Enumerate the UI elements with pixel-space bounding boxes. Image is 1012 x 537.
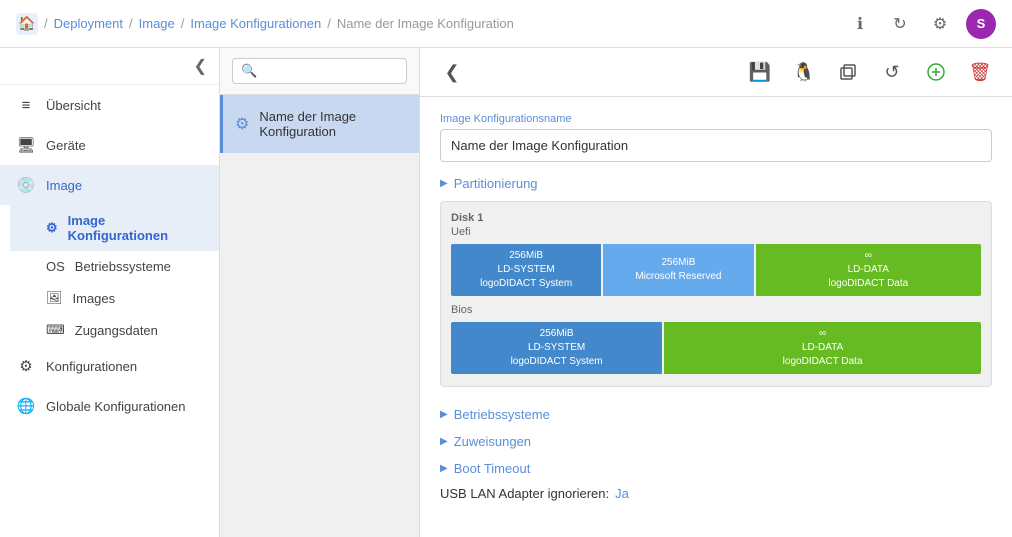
delete-button[interactable]: 🗑 xyxy=(964,56,996,88)
betriebssysteme-icon: OS xyxy=(46,259,65,274)
betriebssysteme-section[interactable]: ▶ Betriebssysteme xyxy=(440,401,992,428)
sidebar-section-image: ⚙ Image Konfigurationen OS Betriebssyste… xyxy=(10,205,219,346)
zuweisungen-section-label: Zuweisungen xyxy=(454,434,531,449)
sidebar-item-image[interactable]: 💿 Image xyxy=(0,165,219,205)
top-header: 🏠 / Deployment / Image / Image Konfigura… xyxy=(0,0,1012,48)
zuweisungen-section[interactable]: ▶ Zuweisungen xyxy=(440,428,992,455)
middle-panel: 🔍 ⚙ Name der Image Konfiguration xyxy=(220,48,420,537)
bios-part-data: ∞ LD-DATA logoDIDACT Data xyxy=(664,322,981,374)
disk-container: Disk 1 Uefi 256MiB LD-SYSTEM logoDIDACT … xyxy=(440,201,992,387)
sidebar-sub-images[interactable]: 🖼 Images xyxy=(10,282,219,314)
boot-timeout-chevron: ▶ xyxy=(440,463,448,474)
user-avatar[interactable]: S xyxy=(966,9,996,39)
betriebssysteme-chevron: ▶ xyxy=(440,409,448,420)
images-icon: 🖼 xyxy=(46,290,63,306)
sidebar-label-uebersicht: Übersicht xyxy=(46,98,101,113)
sidebar-sub-label-betriebssysteme: Betriebssysteme xyxy=(75,259,171,274)
image-icon: 💿 xyxy=(16,175,36,195)
sidebar-label-konfigurationen: Konfigurationen xyxy=(46,359,137,374)
back-button[interactable]: ❮ xyxy=(436,56,468,88)
sidebar-label-image: Image xyxy=(46,178,82,193)
linux-button[interactable]: 🐧 xyxy=(788,56,820,88)
sidebar-sub-zugangsdaten[interactable]: ⌨ Zugangsdaten xyxy=(10,314,219,346)
breadcrumb-sep1: / xyxy=(44,16,48,31)
uefi-part-data: ∞ LD-DATA logoDIDACT Data xyxy=(756,244,981,296)
config-name-input[interactable] xyxy=(440,129,992,162)
konfigurationen-icon: ⚙ xyxy=(16,356,36,376)
content-area: ❮ 💾 🐧 ↺ xyxy=(420,48,1012,537)
bios-disk-row: 256MiB LD-SYSTEM logoDIDACT System ∞ LD-… xyxy=(451,322,981,374)
usb-label: USB LAN Adapter ignorieren: xyxy=(440,486,609,501)
sidebar-toggle-button[interactable]: ❮ xyxy=(194,56,207,76)
betriebssysteme-section-label: Betriebssysteme xyxy=(454,407,550,422)
config-list-item[interactable]: ⚙ Name der Image Konfiguration xyxy=(220,95,419,153)
sidebar-item-geraete[interactable]: 🖥 Geräte xyxy=(0,125,219,165)
image-konfigurationen-icon: ⚙ xyxy=(46,220,58,236)
main-layout: ❮ ≡ Übersicht 🖥 Geräte 💿 Image ⚙ Image K… xyxy=(0,48,1012,537)
copy-button[interactable] xyxy=(832,56,864,88)
boot-timeout-section[interactable]: ▶ Boot Timeout xyxy=(440,455,992,482)
add-icon xyxy=(926,62,946,82)
config-name-label: Image Konfigurationsname xyxy=(440,113,992,125)
zuweisungen-chevron: ▶ xyxy=(440,436,448,447)
partitionierung-section-header[interactable]: ▶ Partitionierung xyxy=(440,176,992,191)
sidebar-label-globale: Globale Konfigurationen xyxy=(46,399,186,414)
content-toolbar: ❮ 💾 🐧 ↺ xyxy=(420,48,1012,97)
breadcrumb-image[interactable]: Image xyxy=(139,16,175,31)
copy-icon xyxy=(839,63,857,81)
sidebar: ❮ ≡ Übersicht 🖥 Geräte 💿 Image ⚙ Image K… xyxy=(0,48,220,537)
add-button[interactable] xyxy=(920,56,952,88)
search-box[interactable]: 🔍 xyxy=(232,58,407,84)
disk-bios-label: Bios xyxy=(451,304,981,316)
toolbar-left: ❮ xyxy=(436,56,468,88)
sidebar-sub-betriebssysteme[interactable]: OS Betriebssysteme xyxy=(10,251,219,282)
sidebar-toggle-area: ❮ xyxy=(0,48,219,85)
uefi-disk-row: 256MiB LD-SYSTEM logoDIDACT System 256Mi… xyxy=(451,244,981,296)
breadcrumb-sep4: / xyxy=(327,16,331,31)
search-icon: 🔍 xyxy=(241,63,257,79)
breadcrumb-sep3: / xyxy=(181,16,185,31)
geraete-icon: 🖥 xyxy=(16,135,36,155)
uefi-part-system: 256MiB LD-SYSTEM logoDIDACT System xyxy=(451,244,601,296)
middle-search-area: 🔍 xyxy=(220,48,419,95)
settings-icon[interactable]: ⚙ xyxy=(926,10,954,38)
disk-title: Disk 1 xyxy=(451,212,981,224)
zugangsdaten-icon: ⌨ xyxy=(46,322,65,338)
breadcrumb: 🏠 / Deployment / Image / Image Konfigura… xyxy=(16,13,514,35)
sidebar-item-uebersicht[interactable]: ≡ Übersicht xyxy=(0,85,219,125)
partitionierung-label: Partitionierung xyxy=(454,176,538,191)
uebersicht-icon: ≡ xyxy=(16,95,36,115)
breadcrumb-sep2: / xyxy=(129,16,133,31)
sidebar-item-globale[interactable]: 🌐 Globale Konfigurationen xyxy=(0,386,219,426)
refresh-icon[interactable]: ↻ xyxy=(886,10,914,38)
header-icons: ℹ ↻ ⚙ S xyxy=(846,9,996,39)
breadcrumb-deployment[interactable]: Deployment xyxy=(54,16,123,31)
boot-timeout-section-label: Boot Timeout xyxy=(454,461,531,476)
sidebar-sub-label-image-konfigurationen: Image Konfigurationen xyxy=(68,213,203,243)
bios-part-system: 256MiB LD-SYSTEM logoDIDACT System xyxy=(451,322,662,374)
info-icon[interactable]: ℹ xyxy=(846,10,874,38)
sidebar-label-geraete: Geräte xyxy=(46,138,86,153)
save-button[interactable]: 💾 xyxy=(744,56,776,88)
undo-button[interactable]: ↺ xyxy=(876,56,908,88)
main-content: Image Konfigurationsname ▶ Partitionieru… xyxy=(420,97,1012,537)
home-icon[interactable]: 🏠 xyxy=(16,13,38,35)
search-input[interactable] xyxy=(263,64,398,78)
config-item-gear-icon: ⚙ xyxy=(235,114,249,134)
usb-value: Ja xyxy=(615,486,629,501)
usb-line: USB LAN Adapter ignorieren: Ja xyxy=(440,486,992,501)
disk-uefi-label: Uefi xyxy=(451,226,981,238)
breadcrumb-current: Name der Image Konfiguration xyxy=(337,16,514,31)
globale-icon: 🌐 xyxy=(16,396,36,416)
breadcrumb-image-konfigurationen[interactable]: Image Konfigurationen xyxy=(190,16,321,31)
toolbar-right: 💾 🐧 ↺ 🗑 xyxy=(744,56,996,88)
sidebar-sub-image-konfigurationen[interactable]: ⚙ Image Konfigurationen xyxy=(10,205,219,251)
sidebar-item-konfigurationen[interactable]: ⚙ Konfigurationen xyxy=(0,346,219,386)
partitionierung-chevron: ▶ xyxy=(440,178,448,189)
uefi-part-reserved: 256MiB Microsoft Reserved xyxy=(603,244,753,296)
config-item-label: Name der Image Konfiguration xyxy=(259,109,356,139)
sidebar-sub-label-zugangsdaten: Zugangsdaten xyxy=(75,323,158,338)
sidebar-sub-label-images: Images xyxy=(73,291,116,306)
